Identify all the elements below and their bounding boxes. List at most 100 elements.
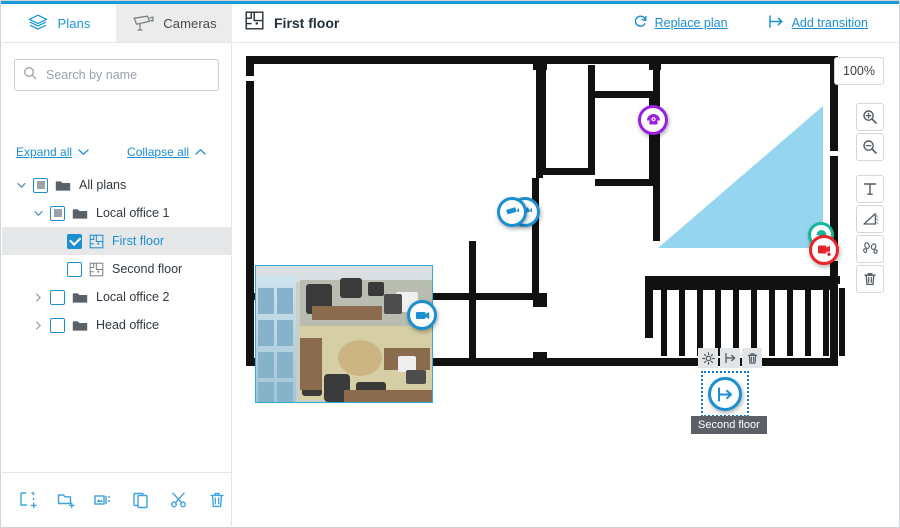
folder-icon [72, 207, 88, 220]
transition-goto-button[interactable] [720, 348, 740, 368]
transition-settings-button[interactable] [698, 348, 718, 368]
footprints-tool-button[interactable] [856, 235, 884, 263]
tool-rail-gap [856, 163, 884, 175]
plan-canvas[interactable]: Second floor 100% [233, 43, 898, 526]
chevron-down-icon [78, 145, 89, 159]
search-box[interactable] [14, 59, 219, 91]
angle-tool-icon [862, 212, 878, 225]
chevron-down-icon[interactable] [14, 178, 28, 192]
tree-item-second-floor[interactable]: Second floor [2, 255, 232, 283]
transition-arrow-icon [717, 386, 732, 402]
text-tool-button[interactable] [856, 175, 884, 203]
dome-camera-icon [646, 113, 660, 124]
search-input[interactable] [44, 67, 204, 83]
transition-marker-second-floor[interactable] [708, 377, 742, 411]
sidebar-toolbar [2, 472, 231, 526]
floorplan-icon [89, 262, 104, 277]
rename-plan-icon[interactable] [90, 486, 118, 514]
camera-live-preview[interactable] [255, 265, 433, 403]
tree-checkbox[interactable] [50, 205, 65, 221]
ptz-camera-icon [506, 207, 519, 215]
expand-all-label: Expand all [16, 145, 73, 159]
expand-all-button[interactable]: Expand all [16, 145, 89, 159]
floorplan-icon [89, 234, 104, 249]
cctv-camera-icon [131, 13, 155, 33]
gear-icon [701, 351, 715, 365]
zoom-out-button[interactable] [856, 133, 884, 161]
tree-checkbox[interactable] [50, 289, 65, 305]
plan-title-group: First floor [245, 11, 339, 35]
tab-plans[interactable]: Plans [2, 4, 116, 42]
add-plan-icon[interactable] [14, 486, 42, 514]
chevron-right-icon[interactable] [31, 318, 45, 332]
chevron-down-icon[interactable] [31, 206, 45, 220]
transition-mini-toolbar [698, 348, 762, 368]
layers-icon [27, 13, 49, 33]
copy-icon[interactable] [127, 486, 155, 514]
staircase [661, 288, 845, 356]
sidebar-tabbar: Plans Cameras [2, 4, 232, 42]
refresh-icon [633, 14, 648, 32]
box-camera-icon [415, 311, 429, 319]
plans-tree: All plans Local office 1 First floor Second… [2, 171, 232, 339]
folder-icon [55, 179, 71, 192]
box-camera-alarm-icon [817, 245, 832, 257]
camera-marker-alarm-red[interactable] [809, 235, 839, 265]
tree-item-label: Local office 2 [96, 290, 170, 304]
zoom-in-icon [863, 110, 877, 124]
trash-tool-button[interactable] [856, 265, 884, 293]
tab-plans-label: Plans [57, 15, 91, 31]
tree-checkbox[interactable] [67, 233, 82, 249]
folder-icon [72, 291, 88, 304]
tree-item-all-plans[interactable]: All plans [2, 171, 232, 199]
search-icon [23, 66, 37, 85]
cut-icon[interactable] [165, 486, 193, 514]
tree-item-label: All plans [79, 178, 127, 192]
chevron-up-icon [195, 145, 206, 159]
tree-caret-placeholder [48, 234, 62, 248]
tree-item-local-office-2[interactable]: Local office 2 [2, 283, 232, 311]
add-transition-label: Add transition [791, 16, 868, 30]
transition-tooltip: Second floor [691, 416, 767, 434]
tree-checkbox[interactable] [33, 177, 48, 193]
folder-icon [72, 319, 88, 332]
add-folder-icon[interactable] [52, 486, 80, 514]
tree-caret-placeholder [48, 262, 62, 276]
zoom-level-indicator[interactable]: 100% [834, 57, 884, 85]
floorplan-icon [245, 11, 264, 35]
plans-editor-window: Plans Cameras First floor Replace plan A… [0, 0, 900, 528]
header-actions: Replace plan Add transition [633, 14, 868, 32]
tree-item-head-office[interactable]: Head office [2, 311, 232, 339]
plans-sidebar: Expand all Collapse all All plans Local o… [2, 43, 232, 526]
delete-icon[interactable] [203, 486, 231, 514]
transition-delete-button[interactable] [742, 348, 762, 368]
tree-controls: Expand all Collapse all [16, 143, 216, 161]
tab-cameras-label: Cameras [163, 15, 217, 31]
camera-marker-ptz-a[interactable] [497, 197, 527, 227]
canvas-tool-rail [856, 103, 884, 295]
add-transition-button[interactable]: Add transition [768, 14, 868, 32]
replace-plan-label: Replace plan [654, 16, 728, 30]
tree-item-first-floor[interactable]: First floor [2, 227, 232, 255]
zoom-out-icon [863, 140, 877, 154]
transition-arrow-icon [768, 14, 785, 32]
main-header: First floor Replace plan Add transition [233, 4, 898, 42]
camera-view-cone [658, 106, 823, 248]
replace-plan-button[interactable]: Replace plan [633, 14, 728, 32]
tree-checkbox[interactable] [50, 317, 65, 333]
tree-item-local-office-1[interactable]: Local office 1 [2, 199, 232, 227]
tree-checkbox[interactable] [67, 261, 82, 277]
collapse-all-button[interactable]: Collapse all [127, 145, 206, 159]
tab-cameras[interactable]: Cameras [116, 4, 232, 42]
camera-marker-dome-purple[interactable] [638, 105, 668, 135]
tree-item-label: First floor [112, 234, 165, 248]
chevron-right-icon[interactable] [31, 290, 45, 304]
trash-tool-icon [864, 273, 876, 286]
text-tool-icon [863, 183, 877, 195]
tree-item-label: Second floor [112, 262, 183, 276]
camera-marker-box-blue[interactable] [407, 300, 437, 330]
trash-icon [747, 352, 757, 364]
angle-tool-button[interactable] [856, 205, 884, 233]
zoom-in-button[interactable] [856, 103, 884, 131]
tree-item-label: Local office 1 [96, 206, 170, 220]
